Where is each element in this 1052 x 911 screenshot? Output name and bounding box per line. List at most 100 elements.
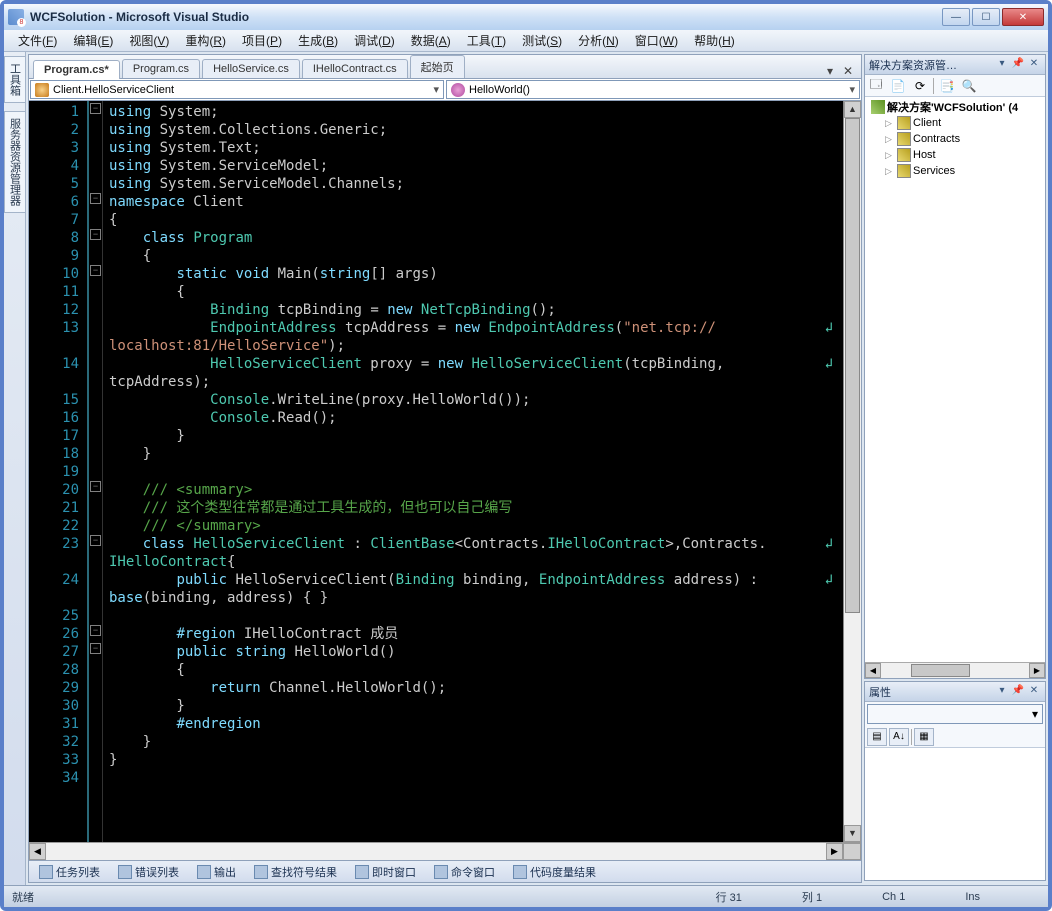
tool-icon	[434, 865, 448, 879]
member-combo[interactable]: HelloWorld() ▾	[446, 80, 860, 99]
solution-tree[interactable]: 解决方案'WCFSolution' (4 ▷Client▷Contracts▷H…	[865, 97, 1045, 662]
outline-collapse-icon[interactable]: −	[90, 535, 101, 546]
outlining-margin[interactable]: − − − − − − − −	[89, 101, 103, 842]
document-tab[interactable]: IHelloContract.cs	[302, 59, 408, 78]
solution-explorer-title[interactable]: 解决方案资源管… ▾ 📌 ✕	[865, 55, 1045, 75]
menu-s[interactable]: 测试(S)	[514, 30, 570, 51]
menu-e[interactable]: 编辑(E)	[65, 30, 121, 51]
expand-icon[interactable]: ▷	[885, 134, 895, 145]
pin-icon[interactable]: 📌	[1011, 58, 1025, 72]
code-editor[interactable]: 1234567891011121314151617181920212223242…	[29, 101, 861, 842]
pane-close-icon[interactable]: ✕	[1027, 58, 1041, 72]
properties-title[interactable]: 属性 ▾ 📌 ✕	[865, 682, 1045, 702]
scroll-right-arrow[interactable]: ▶	[1029, 663, 1045, 678]
menu-t[interactable]: 工具(T)	[459, 30, 514, 51]
menu-f[interactable]: 文件(F)	[10, 30, 65, 51]
tool-window-tab[interactable]: 命令窗口	[428, 862, 501, 882]
scroll-down-arrow[interactable]: ▼	[844, 825, 861, 842]
document-tab[interactable]: 起始页	[410, 55, 465, 78]
view-code-icon[interactable]: 📑	[938, 77, 956, 95]
tool-window-tab[interactable]: 输出	[191, 862, 242, 882]
status-line: 行 31	[716, 889, 742, 905]
scroll-thumb[interactable]	[911, 664, 970, 677]
menu-p[interactable]: 项目(P)	[234, 30, 290, 51]
pane-dropdown-icon[interactable]: ▾	[995, 58, 1009, 72]
type-combo[interactable]: Client.HelloServiceClient ▾	[30, 80, 444, 99]
document-tab[interactable]: Program.cs*	[33, 60, 120, 79]
solution-hscroll[interactable]: ◀ ▶	[865, 662, 1045, 678]
project-node[interactable]: ▷Contracts	[883, 131, 1043, 147]
vertical-scrollbar[interactable]: ▲ ▼	[843, 101, 861, 842]
scroll-track[interactable]	[844, 118, 861, 825]
tool-window-tab[interactable]: 代码度量结果	[507, 862, 602, 882]
property-grid[interactable]	[865, 748, 1045, 880]
outline-collapse-icon[interactable]: −	[90, 265, 101, 276]
horizontal-scrollbar[interactable]: ◀ ▶	[29, 842, 861, 860]
minimize-button[interactable]: —	[942, 8, 970, 26]
refresh-icon[interactable]: ⟳	[911, 77, 929, 95]
outline-collapse-icon[interactable]: −	[90, 625, 101, 636]
view-designer-icon[interactable]: 🔍	[960, 77, 978, 95]
solution-label: 解决方案'WCFSolution' (4	[887, 99, 1018, 115]
chevron-down-icon: ▾	[433, 83, 439, 96]
outline-collapse-icon[interactable]: −	[90, 103, 101, 114]
solution-explorer-pane: 解决方案资源管… ▾ 📌 ✕ 🗔 📄 ⟳ 📑 🔍 解决方案'WC	[864, 54, 1046, 679]
document-tab[interactable]: HelloService.cs	[202, 59, 300, 78]
show-all-icon[interactable]: 📄	[889, 77, 907, 95]
hscroll-track[interactable]	[46, 843, 826, 860]
scroll-left-arrow[interactable]: ◀	[29, 843, 46, 860]
expand-icon[interactable]: ▷	[885, 118, 895, 129]
pane-dropdown-icon[interactable]: ▾	[995, 685, 1009, 699]
menu-b[interactable]: 生成(B)	[290, 30, 346, 51]
outline-collapse-icon[interactable]: −	[90, 229, 101, 240]
categorized-icon[interactable]: ▤	[867, 728, 887, 746]
scroll-left-arrow[interactable]: ◀	[865, 663, 881, 678]
close-button[interactable]: ✕	[1002, 8, 1044, 26]
menu-r[interactable]: 重构(R)	[177, 30, 234, 51]
document-tab[interactable]: Program.cs	[122, 59, 200, 78]
outline-collapse-icon[interactable]: −	[90, 193, 101, 204]
menu-h[interactable]: 帮助(H)	[686, 30, 743, 51]
tab-close-icon[interactable]: ✕	[841, 64, 855, 78]
client-area: 工具箱服务器资源管理器 Program.cs*Program.csHelloSe…	[4, 52, 1048, 885]
maximize-button[interactable]: ☐	[972, 8, 1000, 26]
status-ready: 就绪	[12, 889, 34, 905]
solution-node[interactable]: 解决方案'WCFSolution' (4	[867, 99, 1043, 115]
menubar: 文件(F)编辑(E)视图(V)重构(R)项目(P)生成(B)调试(D)数据(A)…	[4, 30, 1048, 52]
tool-icon	[254, 865, 268, 879]
project-node[interactable]: ▷Client	[883, 115, 1043, 131]
dock-tab[interactable]: 服务器资源管理器	[4, 111, 26, 213]
dock-tab[interactable]: 工具箱	[4, 56, 26, 103]
properties-icon[interactable]: 🗔	[867, 77, 885, 95]
property-object-combo[interactable]: ▾	[867, 704, 1043, 724]
outline-collapse-icon[interactable]: −	[90, 643, 101, 654]
menu-n[interactable]: 分析(N)	[570, 30, 627, 51]
menu-d[interactable]: 调试(D)	[346, 30, 403, 51]
tool-window-tab[interactable]: 即时窗口	[349, 862, 422, 882]
expand-icon[interactable]: ▷	[885, 166, 895, 177]
code-text[interactable]: using System;using System.Collections.Ge…	[103, 101, 843, 842]
project-node[interactable]: ▷Host	[883, 147, 1043, 163]
outline-collapse-icon[interactable]: −	[90, 481, 101, 492]
tool-icon	[197, 865, 211, 879]
project-node[interactable]: ▷Services	[883, 163, 1043, 179]
menu-v[interactable]: 视图(V)	[121, 30, 177, 51]
expand-icon[interactable]: ▷	[885, 150, 895, 161]
scroll-track[interactable]	[881, 663, 1029, 678]
pane-close-icon[interactable]: ✕	[1027, 685, 1041, 699]
property-pages-icon[interactable]: ▦	[914, 728, 934, 746]
tool-window-tab[interactable]: 任务列表	[33, 862, 106, 882]
titlebar[interactable]: WCFSolution - Microsoft Visual Studio — …	[4, 4, 1048, 30]
scroll-thumb[interactable]	[845, 118, 860, 613]
menu-a[interactable]: 数据(A)	[403, 30, 459, 51]
tool-window-tab[interactable]: 查找符号结果	[248, 862, 343, 882]
tool-window-tab[interactable]: 错误列表	[112, 862, 185, 882]
alphabetical-icon[interactable]: A↓	[889, 728, 909, 746]
scroll-right-arrow[interactable]: ▶	[826, 843, 843, 860]
statusbar: 就绪 行 31 列 1 Ch 1 Ins	[4, 885, 1048, 907]
navigation-bar: Client.HelloServiceClient ▾ HelloWorld()…	[29, 79, 861, 101]
tab-list-icon[interactable]: ▾	[823, 64, 837, 78]
scroll-up-arrow[interactable]: ▲	[844, 101, 861, 118]
menu-w[interactable]: 窗口(W)	[627, 30, 686, 51]
pin-icon[interactable]: 📌	[1011, 685, 1025, 699]
